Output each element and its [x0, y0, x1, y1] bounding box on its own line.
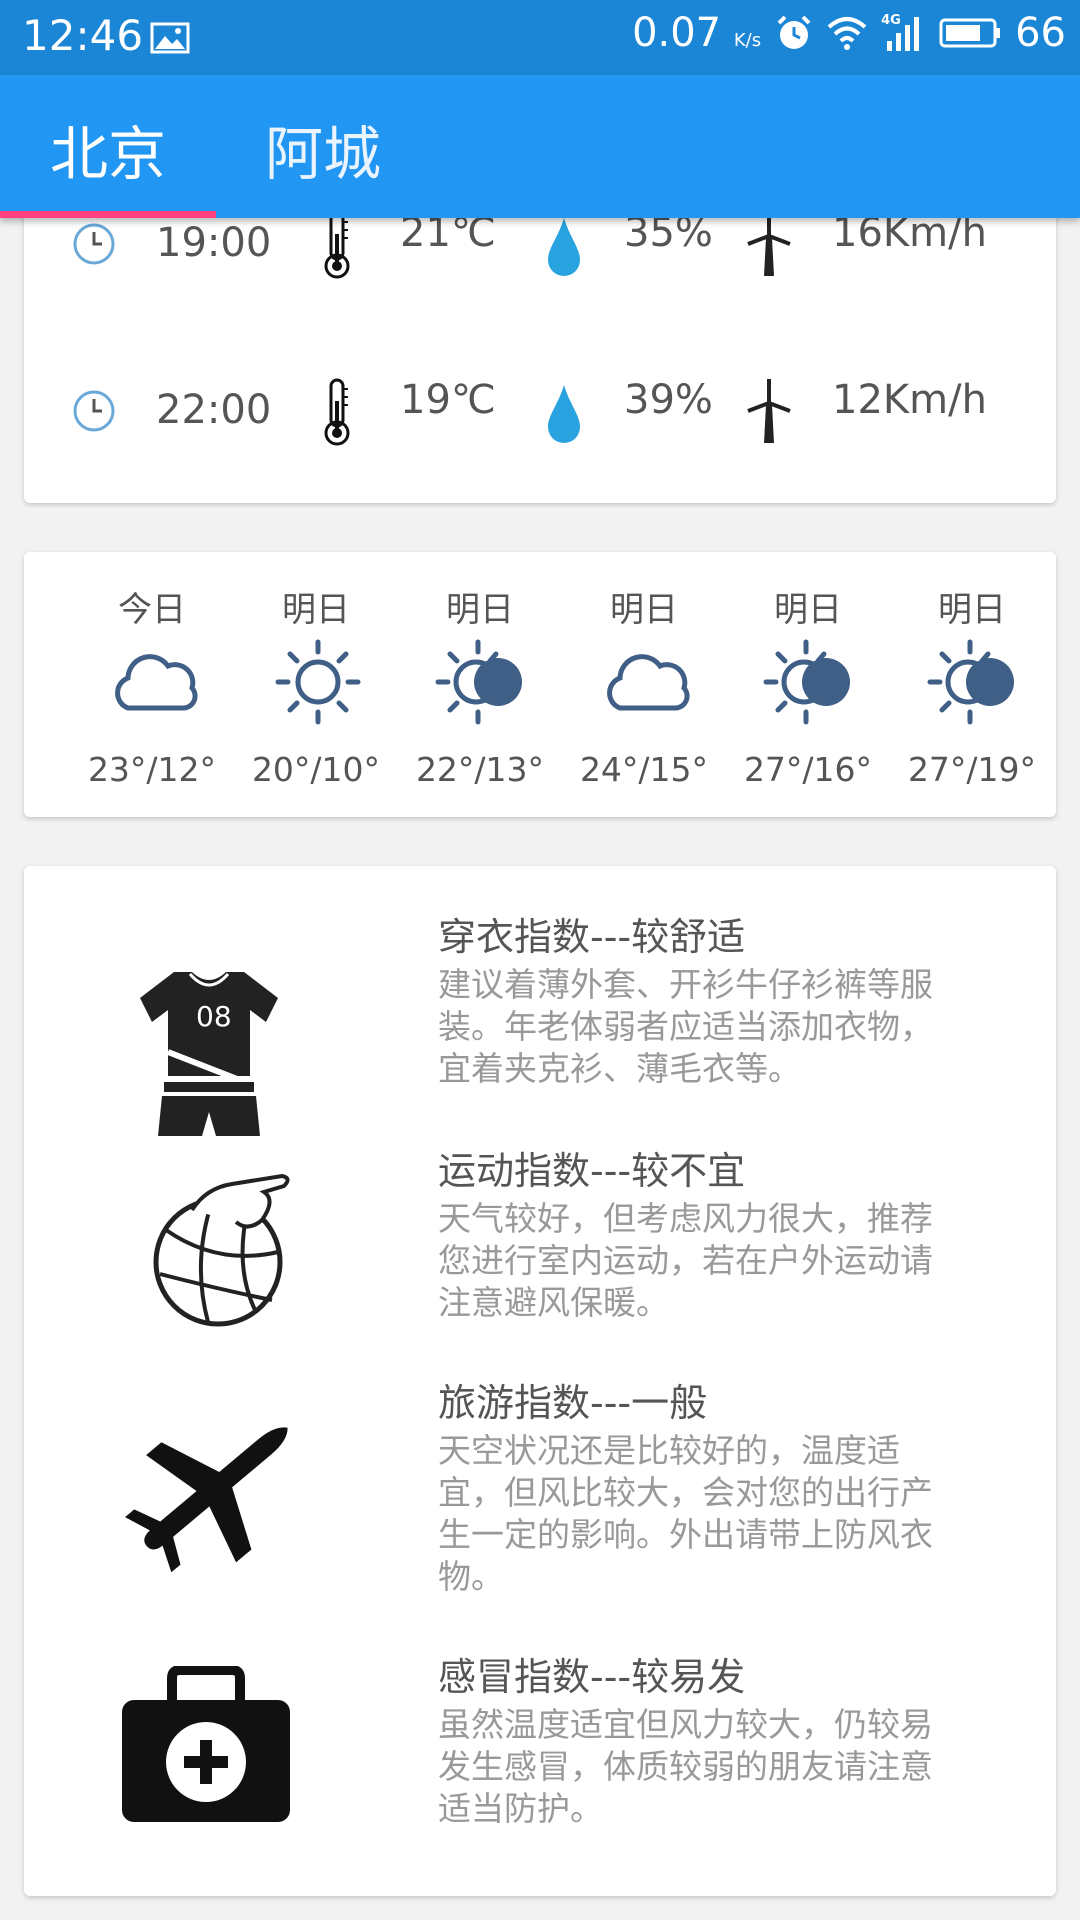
wind-turbine-icon	[747, 379, 791, 443]
sunny-icon	[275, 639, 361, 725]
hourly-forecast-card: 19:00 21℃ 35% 16Km/h 22:00 19℃ 39% 12Km/…	[24, 170, 1056, 503]
hourly-row: 22:00 19℃ 39% 12Km/h	[24, 377, 1056, 467]
hourly-temp: 19℃	[400, 377, 496, 423]
wifi-icon	[827, 17, 867, 50]
humidity-drop-icon	[548, 218, 580, 276]
hourly-humidity: 39%	[624, 377, 713, 423]
svg-text:08: 08	[196, 1000, 232, 1033]
humidity-drop-icon	[548, 385, 580, 443]
clock-icon	[73, 223, 115, 265]
day-temp: 27°/19°	[907, 750, 1037, 789]
image-notification-icon	[150, 22, 190, 54]
tab-beijing[interactable]: 北京	[50, 107, 166, 191]
hourly-row: 19:00 21℃ 35% 16Km/h	[24, 210, 1056, 300]
sport-icon	[153, 1173, 290, 1327]
wind-turbine-icon	[747, 212, 791, 276]
clothing-icon: 08	[140, 972, 278, 1136]
tab-acheng[interactable]: 阿城	[265, 107, 381, 191]
cloudy-icon	[115, 654, 198, 711]
index-title: 穿衣指数---较舒适	[438, 915, 746, 959]
thermometer-icon	[324, 378, 350, 446]
index-title: 运动指数---较不宜	[438, 1149, 746, 1193]
index-description: 建议着薄外套、开衫牛仔衫裤等服 装。年老体弱者应适当添加衣物， 宜着夹克衫、薄毛…	[438, 965, 933, 1088]
day-label: 今日	[118, 590, 186, 630]
city-tab-bar: 北京 阿城	[0, 75, 1080, 218]
day-temp: 22°/13°	[415, 750, 545, 789]
hourly-wind: 12Km/h	[832, 377, 987, 423]
alarm-icon	[777, 15, 811, 49]
day-label: 明日	[282, 590, 350, 630]
partly-cloudy-icon	[927, 639, 1014, 725]
battery-level: 66	[1015, 10, 1066, 56]
day-label: 明日	[610, 590, 678, 630]
thermometer-icon	[324, 211, 350, 279]
index-description: 天气较好，但考虑风力很大，推荐 您进行室内运动，若在户外运动请 注意避风保暖。	[438, 1199, 933, 1322]
day-temp: 24°/15°	[579, 750, 709, 789]
hourly-time: 19:00	[156, 220, 272, 266]
travel-icon	[125, 1427, 288, 1573]
day-temp: 23°/12°	[87, 750, 217, 789]
signal-icon: 4G	[881, 13, 925, 53]
life-index-card: 08 穿衣指数---较舒适 建议着薄外套、开衫牛仔衫裤等服 装。年老体弱者应适当…	[24, 866, 1056, 1896]
partly-cloudy-icon	[435, 639, 522, 725]
day-temp: 27°/16°	[743, 750, 873, 789]
network-speed: 0.07 K/s	[632, 10, 762, 56]
index-description: 天空状况还是比较好的，温度适 宜，但风比较大，会对您的出行产 生一定的影响。外出…	[438, 1431, 933, 1596]
day-temp: 20°/10°	[251, 750, 381, 789]
status-time: 12:46	[22, 11, 144, 60]
clock-icon	[73, 390, 115, 432]
status-bar: 12:46 0.07 K/s 4G 66	[0, 0, 1080, 75]
hourly-time: 22:00	[156, 387, 272, 433]
daily-forecast-card: 今日 23°/12° 明日 20°/10° 明日 22°/13° 明日 24°/…	[24, 552, 1056, 817]
partly-cloudy-icon	[763, 639, 850, 725]
battery-icon	[939, 18, 1001, 48]
index-title: 感冒指数---较易发	[438, 1655, 746, 1699]
day-label: 明日	[774, 590, 842, 630]
day-label: 明日	[446, 590, 514, 630]
flu-icon	[122, 1666, 290, 1822]
tab-indicator	[0, 211, 216, 218]
index-title: 旅游指数---一般	[438, 1381, 708, 1425]
cloudy-icon	[607, 654, 690, 711]
day-label: 明日	[938, 590, 1006, 630]
index-description: 虽然温度适宜但风力较大，仍较易 发生感冒，体质较弱的朋友请注意 适当防护。	[438, 1705, 933, 1828]
